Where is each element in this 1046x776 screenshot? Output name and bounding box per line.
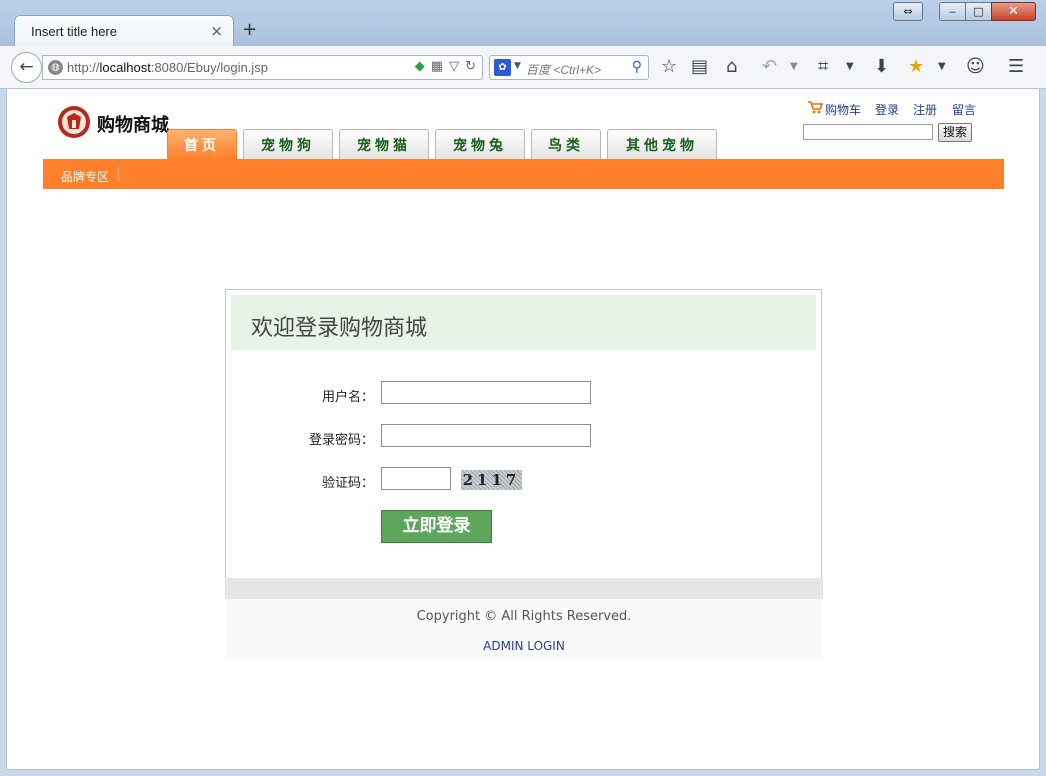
window-frame-bottom — [0, 770, 1046, 776]
close-icon: ✕ — [1008, 4, 1019, 19]
browser-tab[interactable]: Insert title here × — [14, 15, 234, 47]
username-input[interactable] — [381, 381, 591, 404]
shield-icon[interactable]: ◆ — [415, 59, 425, 74]
tab-birds[interactable]: 鸟类 — [531, 129, 601, 159]
browser-titlebar: Insert title here × + ⇔ ‒ □ ✕ — [0, 0, 1046, 47]
cart-link[interactable]: 购物车 — [825, 101, 861, 118]
new-tab-button[interactable]: + — [242, 19, 257, 40]
tab-dogs[interactable]: 宠物狗 — [243, 129, 333, 159]
maximize-icon: □ — [973, 5, 984, 18]
tab-title: Insert title here — [31, 24, 117, 39]
page-footer: Copyright © All Rights Reserved. ADMIN L… — [225, 599, 823, 660]
search-bar[interactable]: ✿ ▼ 百度 <Ctrl+K> ⚲ — [489, 55, 649, 80]
tab-home[interactable]: 首页 — [167, 129, 237, 159]
nav-divider — [118, 167, 119, 181]
site-search-button[interactable]: 搜索 — [938, 123, 972, 142]
bookmark-dropdown-icon[interactable]: ▼ — [938, 57, 946, 77]
url-scheme: http:// — [67, 60, 100, 75]
url-host: localhost — [99, 60, 151, 75]
shop-logo-text: 购物商城 — [97, 115, 169, 136]
shop-logo-icon — [58, 106, 90, 138]
window-minimize-button[interactable]: ‒ — [939, 2, 966, 21]
url-text: http://localhost:8080/Ebuy/login.jsp — [67, 60, 268, 75]
captcha-label: 验证码： — [321, 476, 374, 491]
window-resize-button[interactable]: ⇔ — [893, 2, 923, 21]
baidu-paw-icon[interactable]: ✿ — [494, 59, 511, 76]
menu-hamburger-icon[interactable]: ☰ — [1008, 57, 1024, 77]
browser-toolbar: ← ◍ http://localhost:8080/Ebuy/login.jsp… — [0, 46, 1046, 89]
username-label: 用户名： — [321, 390, 374, 405]
chat-icon[interactable]: ☺ — [966, 57, 985, 77]
search-go-icon[interactable]: ⚲ — [632, 59, 642, 75]
password-label: 登录密码： — [308, 433, 374, 448]
login-panel: 欢迎登录购物商城 用户名： 登录密码： 验证码： 2117 立即登录 — [225, 289, 822, 579]
reader-list-icon[interactable]: ▤ — [691, 57, 708, 77]
download-icon[interactable]: ⬇ — [874, 57, 889, 77]
dropdown-arrow-icon[interactable]: ▽ — [449, 59, 459, 74]
brand-zone-link[interactable]: 品牌专区 — [61, 168, 109, 185]
password-input[interactable] — [381, 424, 591, 447]
login-link[interactable]: 登录 — [875, 101, 899, 118]
login-title: 欢迎登录购物商城 — [251, 316, 428, 341]
home-icon[interactable]: ⌂ — [726, 57, 737, 77]
qr-code-icon[interactable]: ▦ — [431, 59, 443, 74]
footer-divider — [225, 578, 823, 599]
url-actions: ◆ ▦ ▽ ↻ — [409, 59, 476, 74]
bookmark-manager-icon[interactable]: ★ — [908, 57, 924, 77]
tab-other-pets[interactable]: 其他宠物 — [607, 129, 717, 159]
reload-icon[interactable]: ↻ — [465, 59, 476, 74]
resize-icon: ⇔ — [903, 5, 913, 18]
captcha-input[interactable] — [381, 467, 451, 490]
login-header: 欢迎登录购物商城 — [231, 295, 816, 350]
undo-dropdown-icon[interactable]: ▼ — [790, 57, 798, 77]
crop-dropdown-icon[interactable]: ▼ — [846, 57, 854, 77]
admin-login-link[interactable]: ADMIN LOGIN — [225, 639, 823, 653]
cart-icon — [808, 101, 823, 114]
site-search-input[interactable] — [803, 124, 933, 140]
url-path: :8080/Ebuy/login.jsp — [150, 60, 268, 75]
tab-cats[interactable]: 宠物猫 — [339, 129, 429, 159]
copyright-text: Copyright © All Rights Reserved. — [416, 609, 632, 624]
undo-icon[interactable]: ↶ — [762, 57, 777, 77]
register-link[interactable]: 注册 — [913, 101, 937, 118]
screenshot-crop-icon[interactable]: ⌗ — [818, 57, 828, 77]
sub-nav-bar: 品牌专区 — [43, 159, 1004, 189]
minimize-icon: ‒ — [949, 5, 956, 18]
back-arrow-icon: ← — [19, 57, 34, 77]
page-viewport: 购物商城 购物车 登录 注册 留言 搜索 首页 宠物狗 宠物猫 宠物兔 鸟类 其… — [6, 89, 1040, 770]
tab-rabbits[interactable]: 宠物兔 — [435, 129, 525, 159]
url-bar[interactable]: ◍ http://localhost:8080/Ebuy/login.jsp ◆… — [42, 55, 483, 80]
login-submit-button[interactable]: 立即登录 — [381, 510, 492, 543]
window-maximize-button[interactable]: □ — [965, 2, 992, 21]
globe-icon: ◍ — [48, 60, 63, 75]
engine-dropdown-icon[interactable]: ▼ — [514, 61, 521, 71]
message-link[interactable]: 留言 — [952, 101, 976, 118]
back-button[interactable]: ← — [11, 52, 42, 83]
window-close-button[interactable]: ✕ — [991, 2, 1036, 21]
captcha-image[interactable]: 2117 — [461, 470, 522, 490]
tab-close-icon[interactable]: × — [210, 22, 223, 40]
search-placeholder: 百度 <Ctrl+K> — [526, 63, 602, 77]
bookmark-star-icon[interactable]: ☆ — [661, 57, 677, 77]
